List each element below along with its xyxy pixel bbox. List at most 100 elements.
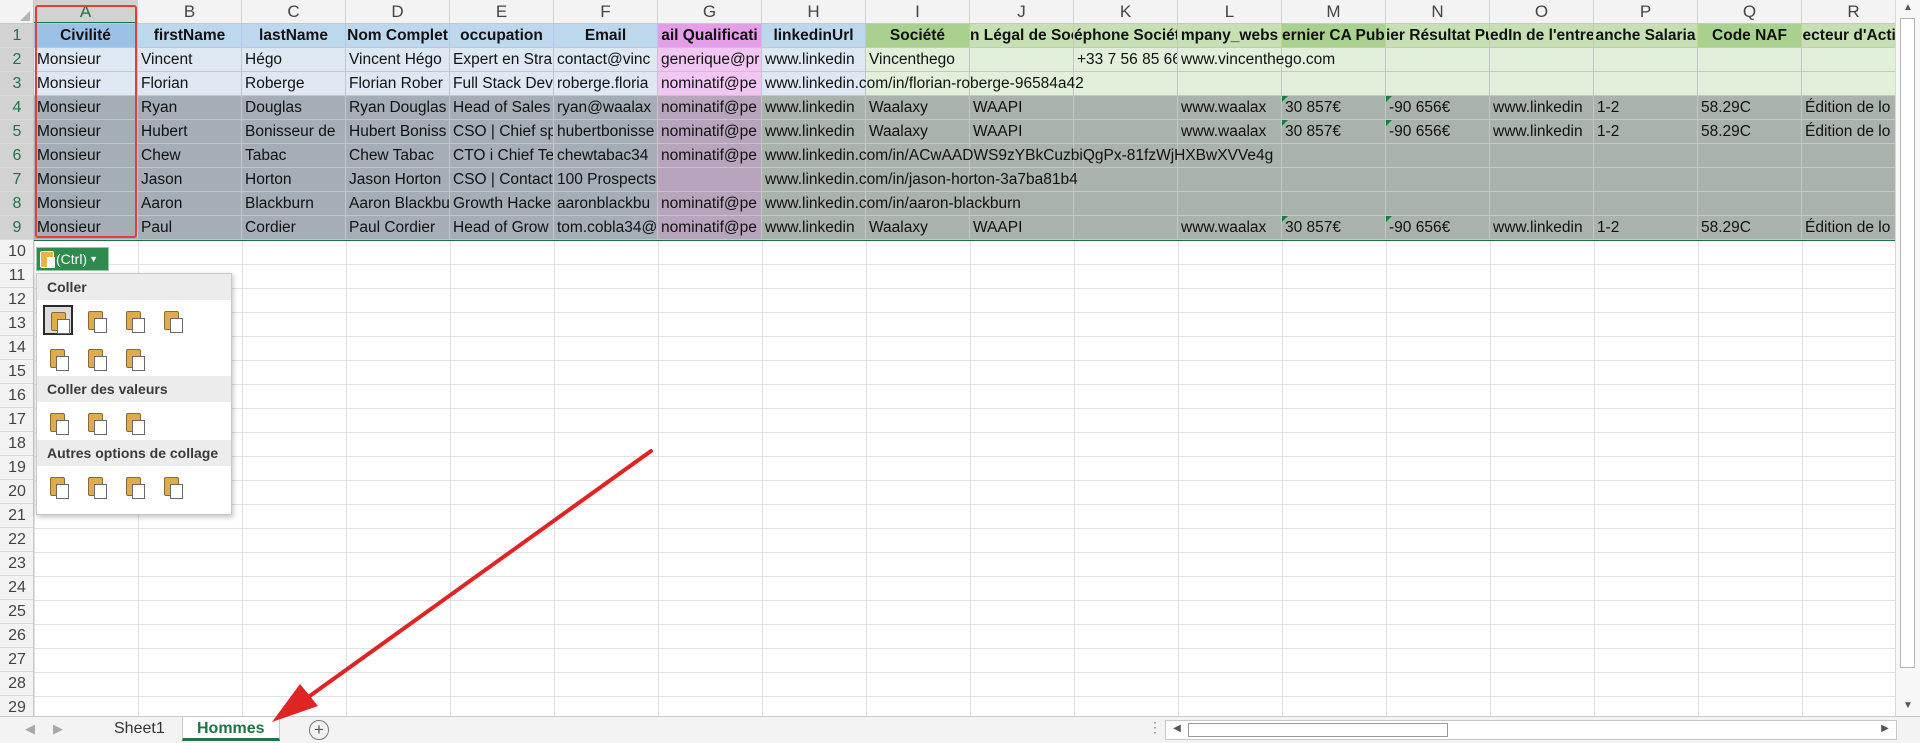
column-header-c[interactable]: C	[242, 0, 346, 23]
paste-icon-row	[37, 338, 231, 376]
page-icon	[56, 484, 69, 499]
paste-picture-icon[interactable]	[119, 471, 149, 501]
row-header-26[interactable]: 26	[0, 624, 33, 648]
data-cell-h3[interactable]: www.linkedin.com/in/florian-roberge-9658…	[762, 72, 1084, 96]
column-header-m[interactable]: M	[1282, 0, 1386, 23]
row-header-9[interactable]: 9	[0, 216, 33, 240]
row-header-14[interactable]: 14	[0, 336, 33, 360]
column-header-j[interactable]: J	[970, 0, 1074, 23]
data-cell-h6[interactable]: www.linkedin.com/in/ACwAADWS9zYBkCuzbiQg…	[762, 144, 1273, 168]
row-header-24[interactable]: 24	[0, 576, 33, 600]
paste-link-icon[interactable]	[81, 471, 111, 501]
paste-options-button[interactable]: (Ctrl) ▼	[36, 247, 109, 271]
paste-values-source-format-icon[interactable]	[119, 407, 149, 437]
row-header-6[interactable]: 6	[0, 144, 33, 168]
row-header-25[interactable]: 25	[0, 600, 33, 624]
sheet-tab-bar: ◀ ▶ Sheet1 Hommes + ⋮ ◀ ▶	[0, 716, 1920, 743]
row-header-20[interactable]: 20	[0, 480, 33, 504]
paste-icon[interactable]	[43, 305, 73, 335]
paste-transpose-icon[interactable]	[119, 343, 149, 373]
column-header-n[interactable]: N	[1386, 0, 1490, 23]
row-header-29[interactable]: 29	[0, 696, 33, 716]
scroll-up-icon[interactable]: ▲	[1897, 2, 1919, 13]
row-header-17[interactable]: 17	[0, 408, 33, 432]
scroll-down-icon[interactable]: ▼	[1897, 700, 1919, 711]
paste-keep-column-widths-icon[interactable]	[81, 343, 111, 373]
page-icon	[56, 420, 69, 435]
excel-window: ABCDEFGHIJKLMNOPQR 1 2 3 4 5 6 7 8 9 10 11 12 13 14 15…	[0, 0, 1920, 743]
add-sheet-icon[interactable]: +	[309, 720, 329, 740]
sheet-tab-sheet1[interactable]: Sheet1	[100, 717, 179, 741]
row-header-4[interactable]: 4	[0, 96, 33, 120]
row-header-21[interactable]: 21	[0, 504, 33, 528]
page-icon	[132, 484, 145, 499]
horizontal-scroll-thumb[interactable]	[1188, 723, 1448, 737]
column-header-p[interactable]: P	[1594, 0, 1698, 23]
row-header-11[interactable]: 11	[0, 264, 33, 288]
paste-linked-picture-icon[interactable]	[157, 471, 187, 501]
column-header-o[interactable]: O	[1490, 0, 1594, 23]
paste-formulas-icon[interactable]	[81, 305, 111, 335]
row-header-15[interactable]: 15	[0, 360, 33, 384]
scroll-right-icon[interactable]: ▶	[1874, 723, 1896, 734]
row-header-10[interactable]: 10	[0, 240, 33, 264]
row-header-19[interactable]: 19	[0, 456, 33, 480]
row-header-1[interactable]: 1	[0, 24, 33, 48]
column-header-h[interactable]: H	[762, 0, 866, 23]
row-header-28[interactable]: 28	[0, 672, 33, 696]
paste-keep-source-format-icon[interactable]	[157, 305, 187, 335]
paste-icon-row	[37, 300, 231, 338]
row-header-3[interactable]: 3	[0, 72, 33, 96]
paste-values-number-format-icon[interactable]	[81, 407, 111, 437]
paste-section-title: Coller des valeurs	[37, 376, 231, 402]
next-sheet-icon[interactable]: ▶	[50, 721, 66, 739]
paste-values-icon[interactable]	[43, 407, 73, 437]
data-cell-l2[interactable]: www.vincenthego.com	[1178, 48, 1335, 72]
row-header-18[interactable]: 18	[0, 432, 33, 456]
scroll-left-icon[interactable]: ◀	[1166, 723, 1188, 734]
vertical-scroll-thumb[interactable]	[1900, 18, 1915, 668]
page-icon	[132, 420, 145, 435]
column-header-e[interactable]: E	[450, 0, 554, 23]
paste-no-borders-icon[interactable]	[43, 343, 73, 373]
select-all-corner[interactable]	[0, 0, 34, 23]
row-header-13[interactable]: 13	[0, 312, 33, 336]
data-cell-h8[interactable]: www.linkedin.com/in/aaron-blackburn	[762, 192, 1021, 216]
paste-formatting-icon[interactable]	[43, 471, 73, 501]
paste-formulas-number-format-icon[interactable]	[119, 305, 149, 335]
horizontal-scrollbar[interactable]: ◀ ▶	[1165, 720, 1897, 740]
tab-splitter-handle[interactable]: ⋮	[1148, 719, 1162, 736]
page-icon	[170, 318, 183, 333]
row-header-23[interactable]: 23	[0, 552, 33, 576]
paste-options-menu: Coller Coller des valeurs Autres options d…	[36, 273, 232, 515]
column-header-g[interactable]: G	[658, 0, 762, 23]
column-header-r[interactable]: R	[1802, 0, 1895, 23]
page-icon	[94, 318, 107, 333]
paste-icon-row	[37, 466, 231, 504]
column-header-b[interactable]: B	[138, 0, 242, 23]
paste-options-label: (Ctrl)	[56, 251, 88, 267]
column-header-q[interactable]: Q	[1698, 0, 1802, 23]
worksheet-area: ABCDEFGHIJKLMNOPQR 1 2 3 4 5 6 7 8 9 10 11 12 13 14 15…	[0, 0, 1895, 716]
row-header-7[interactable]: 7	[0, 168, 33, 192]
column-header-i[interactable]: I	[866, 0, 970, 23]
column-header-d[interactable]: D	[346, 0, 450, 23]
previous-sheet-icon[interactable]: ◀	[22, 721, 38, 739]
row-header-16[interactable]: 16	[0, 384, 33, 408]
column-header-k[interactable]: K	[1074, 0, 1178, 23]
chevron-down-icon: ▼	[89, 254, 99, 264]
sheet-tab-hommes[interactable]: Hommes	[182, 717, 280, 741]
data-cell-h7[interactable]: www.linkedin.com/in/jason-horton-3a7ba81…	[762, 168, 1078, 192]
page-icon	[94, 356, 107, 371]
column-header-f[interactable]: F	[554, 0, 658, 23]
row-header-12[interactable]: 12	[0, 288, 33, 312]
vertical-scrollbar[interactable]: ▲ ▼	[1895, 0, 1920, 716]
row-header-8[interactable]: 8	[0, 192, 33, 216]
row-header-2[interactable]: 2	[0, 48, 33, 72]
row-header-5[interactable]: 5	[0, 120, 33, 144]
row-header-22[interactable]: 22	[0, 528, 33, 552]
row-header-27[interactable]: 27	[0, 648, 33, 672]
page-icon	[56, 356, 69, 371]
column-header-l[interactable]: L	[1178, 0, 1282, 23]
page-icon	[132, 356, 145, 371]
